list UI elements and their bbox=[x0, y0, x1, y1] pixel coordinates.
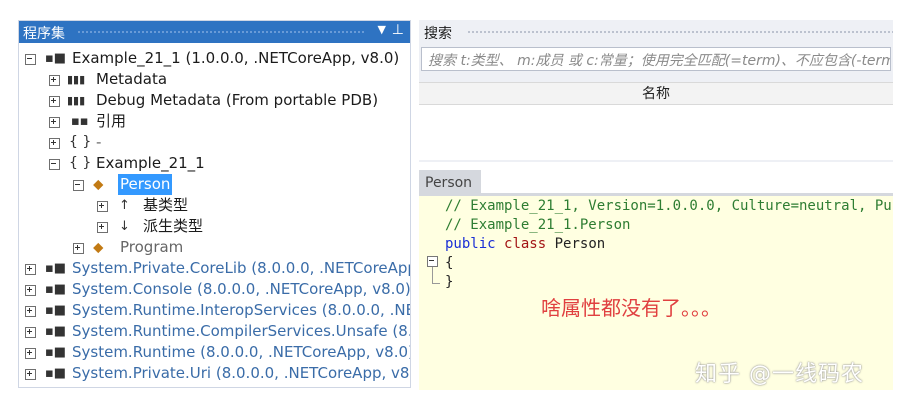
collapse-toggle[interactable] bbox=[73, 180, 84, 191]
expand-toggle[interactable] bbox=[25, 264, 36, 275]
tree-item-label: Example_21_1 bbox=[96, 154, 205, 172]
tree-item-label: 引用 bbox=[96, 112, 127, 130]
watermark: 知乎 @一线码农 bbox=[695, 362, 864, 387]
tree-item-label: 基类型 bbox=[143, 196, 189, 214]
tree-item-label: Debug Metadata (From portable PDB) bbox=[96, 91, 379, 109]
expand-toggle[interactable] bbox=[97, 201, 108, 212]
tree-item-label: System.Runtime.InteropServices (8.0.0.0,… bbox=[72, 301, 410, 319]
class-icon: ⬥ bbox=[93, 175, 104, 193]
assembly-icon: ▪■ bbox=[45, 366, 67, 381]
expand-toggle[interactable] bbox=[49, 117, 60, 128]
tree-item-label: - bbox=[96, 133, 102, 151]
tree-item-label: 派生类型 bbox=[143, 217, 204, 235]
fold-guide bbox=[432, 283, 440, 284]
titlebar-grip bbox=[77, 30, 366, 35]
tree-item-label: System.Private.CoreLib (8.0.0.0, .NETCor… bbox=[72, 259, 410, 277]
code-class-declaration: public class Person bbox=[445, 235, 605, 254]
search-results-list[interactable] bbox=[419, 105, 893, 160]
tree-item-base-types[interactable]: ↑ 基类型 bbox=[19, 195, 410, 216]
expand-toggle[interactable] bbox=[49, 75, 60, 86]
code-close-brace: } bbox=[445, 274, 454, 290]
code-open-brace: { bbox=[445, 255, 454, 271]
expand-toggle[interactable] bbox=[25, 369, 36, 380]
expand-toggle[interactable] bbox=[49, 138, 60, 149]
assembly-icon: ▪■ bbox=[45, 345, 67, 360]
collapse-toggle[interactable] bbox=[25, 54, 36, 65]
code-keyword: public bbox=[445, 236, 496, 252]
tree-item-label: System.Runtime.CompilerServices.Unsafe (… bbox=[72, 322, 410, 340]
expand-toggle[interactable] bbox=[25, 348, 36, 359]
tree-item-label: Example_21_1 (1.0.0.0, .NETCoreApp, v8.0… bbox=[72, 49, 400, 67]
code-comment-line: // Example_21_1, Version=1.0.0.0, Cultur… bbox=[445, 198, 893, 214]
code-class-name: Person bbox=[554, 236, 606, 252]
annotation-text: 啥属性都没有了。。。 bbox=[541, 296, 721, 320]
expand-toggle[interactable] bbox=[49, 96, 60, 107]
tree-item-assembly-unsafe[interactable]: ▪■ System.Runtime.CompilerServices.Unsaf… bbox=[19, 321, 410, 342]
assembly-explorer-titlebar: 程序集 ▼ ⊥ bbox=[19, 21, 410, 43]
dropdown-icon[interactable]: ▼ bbox=[378, 23, 386, 36]
tree-item-assembly-corelib[interactable]: ▪■ System.Private.CoreLib (8.0.0.0, .NET… bbox=[19, 258, 410, 279]
assembly-icon: ▪■ bbox=[45, 51, 67, 66]
tree-item-assembly-example[interactable]: ▪■ Example_21_1 (1.0.0.0, .NETCoreApp, v… bbox=[19, 48, 410, 69]
namespace-icon: { } bbox=[69, 155, 92, 171]
metadata-icon: ▮▮▮ bbox=[67, 73, 86, 86]
tree-item-label-selected: Person bbox=[118, 174, 173, 195]
titlebar-grip bbox=[467, 30, 893, 35]
search-panel: 搜索 搜索 t:类型、 m:成员 或 c:常量；使用完全匹配(=term)、不应… bbox=[419, 20, 893, 162]
collapse-toggle[interactable] bbox=[49, 159, 60, 170]
tree-item-debug-metadata[interactable]: ▮▮▮ Debug Metadata (From portable PDB) bbox=[19, 90, 410, 111]
assembly-icon: ▪■ bbox=[45, 324, 67, 339]
pin-icon[interactable]: ⊥ bbox=[392, 22, 404, 38]
code-comment-line: // Example_21_1.Person bbox=[445, 217, 631, 233]
tree-item-program[interactable]: ⬥ Program bbox=[19, 237, 410, 258]
namespace-icon: { } bbox=[69, 134, 92, 150]
search-title: 搜索 bbox=[424, 26, 452, 42]
code-keyword: class bbox=[504, 236, 547, 252]
tree-item-label: Program bbox=[120, 238, 184, 256]
search-input[interactable]: 搜索 t:类型、 m:成员 或 c:常量；使用完全匹配(=term)、不应包含(… bbox=[421, 47, 891, 71]
search-titlebar: 搜索 bbox=[419, 20, 893, 42]
tree-item-metadata[interactable]: ▮▮▮ Metadata bbox=[19, 69, 410, 90]
references-icon: ▪▪ bbox=[71, 114, 89, 129]
assembly-icon: ▪■ bbox=[45, 261, 67, 276]
expand-toggle[interactable] bbox=[25, 327, 36, 338]
tree-item-assembly-interopservices[interactable]: ▪■ System.Runtime.InteropServices (8.0.0… bbox=[19, 300, 410, 321]
assembly-icon: ▪■ bbox=[45, 282, 67, 297]
base-types-icon: ↑ bbox=[119, 198, 130, 213]
tree-item-assembly-runtime[interactable]: ▪■ System.Runtime (8.0.0.0, .NETCoreApp,… bbox=[19, 342, 411, 363]
derived-types-icon: ↓ bbox=[119, 219, 130, 234]
assembly-explorer-panel: 程序集 ▼ ⊥ ▪■ Example_21_1 (1.0.0.0, .NETCo… bbox=[18, 20, 411, 388]
tree-item-derived-types[interactable]: ↓ 派生类型 bbox=[19, 216, 410, 237]
tree-item-assembly-uri[interactable]: ▪■ System.Private.Uri (8.0.0.0, .NETCore… bbox=[19, 363, 411, 384]
fold-guide bbox=[432, 267, 433, 283]
code-editor[interactable]: // Example_21_1, Version=1.0.0.0, Cultur… bbox=[419, 196, 893, 390]
tree-item-namespace-empty[interactable]: { } - bbox=[19, 132, 410, 153]
tree-item-label: Metadata bbox=[96, 70, 168, 88]
expand-toggle[interactable] bbox=[97, 222, 108, 233]
tree-item-namespace-example[interactable]: { } Example_21_1 bbox=[19, 153, 410, 174]
expand-toggle[interactable] bbox=[25, 285, 36, 296]
expand-toggle[interactable] bbox=[25, 306, 36, 317]
class-icon: ⬥ bbox=[93, 238, 104, 256]
metadata-icon: ▮▮▮ bbox=[67, 94, 86, 107]
tree-item-label: System.Private.Uri (8.0.0.0, .NETCoreApp… bbox=[72, 364, 411, 382]
tree-item-assembly-console[interactable]: ▪■ System.Console (8.0.0.0, .NETCoreApp,… bbox=[19, 279, 411, 300]
expand-toggle[interactable] bbox=[73, 243, 84, 254]
fold-toggle[interactable] bbox=[427, 256, 438, 267]
tree-item-references[interactable]: ▪▪ 引用 bbox=[19, 111, 410, 132]
tree-item-person[interactable]: ⬥ Person bbox=[19, 174, 410, 195]
tree-item-label: System.Console (8.0.0.0, .NETCoreApp, v8… bbox=[72, 280, 411, 298]
assembly-icon: ▪■ bbox=[45, 303, 67, 318]
panel-title: 程序集 bbox=[23, 26, 65, 42]
column-header-name[interactable]: 名称 bbox=[419, 82, 893, 105]
tree-item-label: System.Runtime (8.0.0.0, .NETCoreApp, v8… bbox=[72, 343, 411, 361]
